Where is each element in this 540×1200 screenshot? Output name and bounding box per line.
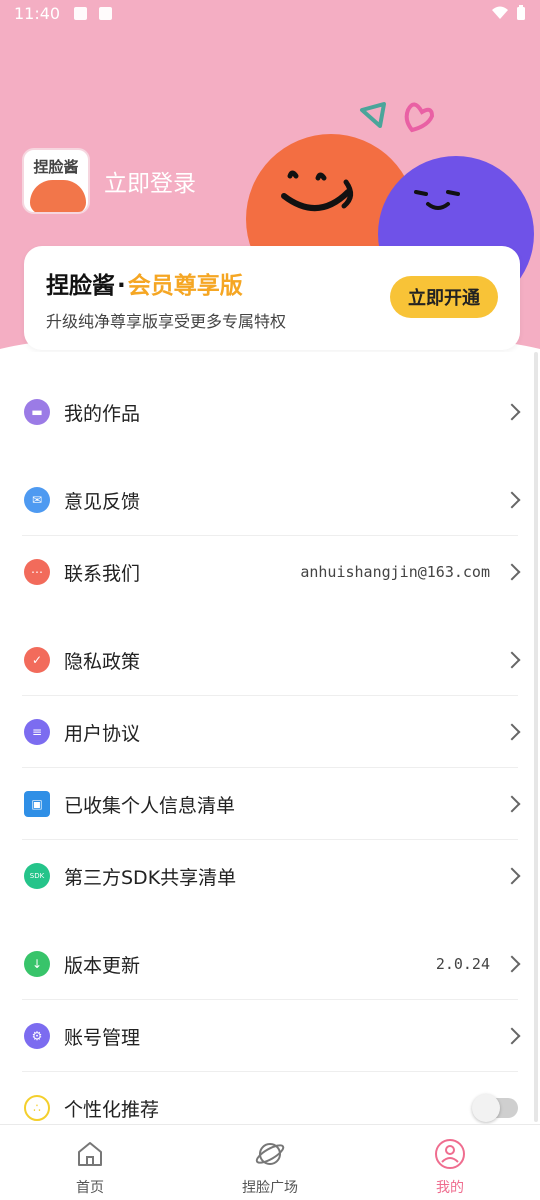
menu-item-personal-info[interactable]: ▣ 已收集个人信息清单 [0,768,540,840]
chevron-right-icon [503,723,521,741]
login-link[interactable]: 立即登录 [104,164,196,198]
download-icon: ↓ [24,951,50,977]
folder-icon: ▬ [24,399,50,425]
tab-label: 首页 [76,1180,104,1196]
menu-item-feedback[interactable]: ✉ 意见反馈 [0,464,540,536]
profile-header: 捏脸酱 立即登录 捏脸酱·会员尊享版 升级纯净尊享版享受更多专属特权 立即开通 [0,0,540,352]
vip-separator: · [117,273,126,299]
dots-icon: ∴ [24,1095,50,1121]
menu-item-account[interactable]: ⚙ 账号管理 [0,1000,540,1072]
vip-title: 捏脸酱·会员尊享版 [46,266,243,300]
settings-menu: ▬ 我的作品 ✉ 意见反馈 ⋯ 联系我们 anhuishangjin@163.c… [0,376,540,1144]
vip-subtitle: 升级纯净尊享版享受更多专属特权 [46,312,287,331]
menu-item-label: 隐私政策 [64,650,141,673]
battery-icon [517,5,525,20]
home-icon [78,1142,102,1166]
menu-item-label: 账号管理 [64,1026,141,1049]
contact-email: anhuishangjin@163.com [300,563,490,581]
chevron-right-icon [503,491,521,509]
menu-item-my-works[interactable]: ▬ 我的作品 [0,376,540,448]
menu-item-label: 第三方SDK共享清单 [64,866,237,889]
chevron-right-icon [503,651,521,669]
wifi-icon [492,6,508,19]
profile-icon [435,1139,465,1169]
menu-item-sdk[interactable]: SDK 第三方SDK共享清单 [0,840,540,912]
menu-item-label: 个性化推荐 [64,1098,160,1121]
menu-item-label: 版本更新 [64,954,141,977]
chat-icon: ⋯ [24,559,50,585]
vip-brand: 捏脸酱 [46,273,115,299]
chevron-right-icon [503,795,521,813]
app-avatar[interactable]: 捏脸酱 [22,148,90,214]
gear-icon: ⚙ [24,1023,50,1049]
tab-mine[interactable]: 我的 [360,1125,540,1200]
toggle-knob [472,1094,500,1122]
menu-item-update[interactable]: ↓ 版本更新 2.0.24 [0,928,540,1000]
chevron-right-icon [503,1027,521,1045]
chevron-right-icon [503,403,521,421]
chevron-right-icon [503,563,521,581]
vip-edition: 会员尊享版 [127,273,243,299]
menu-item-label: 联系我们 [64,562,141,585]
bottom-tab-bar: 首页 捏脸广场 我的 [0,1124,540,1200]
avatar-logo-text: 捏脸酱 [33,158,79,176]
id-card-icon: ▣ [24,791,50,817]
document-icon: ≡ [24,719,50,745]
tab-label: 我的 [436,1180,464,1196]
menu-item-label: 已收集个人信息清单 [64,794,236,817]
version-number: 2.0.24 [435,955,490,973]
app-notification-icon [99,6,113,20]
menu-item-label: 我的作品 [64,402,141,425]
tab-square[interactable]: 捏脸广场 [180,1125,360,1200]
planet-icon [255,1143,285,1165]
menu-item-agreement[interactable]: ≡ 用户协议 [0,696,540,768]
chevron-right-icon [503,867,521,885]
shield-icon: ✓ [24,647,50,673]
scrollbar[interactable] [534,352,538,1122]
personalized-toggle[interactable] [472,1094,518,1122]
mail-icon: ✉ [24,487,50,513]
avatar-mascot [30,180,86,212]
status-time: 11:40 [14,3,61,23]
menu-item-contact[interactable]: ⋯ 联系我们 anhuishangjin@163.com [0,536,540,608]
chevron-right-icon [503,955,521,973]
sdk-icon: SDK [24,863,50,889]
tab-label: 捏脸广场 [242,1180,298,1196]
menu-item-label: 用户协议 [64,722,141,745]
menu-item-label: 意见反馈 [64,490,141,513]
vip-card[interactable]: 捏脸酱·会员尊享版 升级纯净尊享版享受更多专属特权 立即开通 [24,246,520,350]
menu-item-privacy[interactable]: ✓ 隐私政策 [0,624,540,696]
status-bar: 11:40 [0,0,540,26]
image-notification-icon [74,6,88,20]
activate-vip-button[interactable]: 立即开通 [390,276,498,318]
tab-home[interactable]: 首页 [0,1125,180,1200]
